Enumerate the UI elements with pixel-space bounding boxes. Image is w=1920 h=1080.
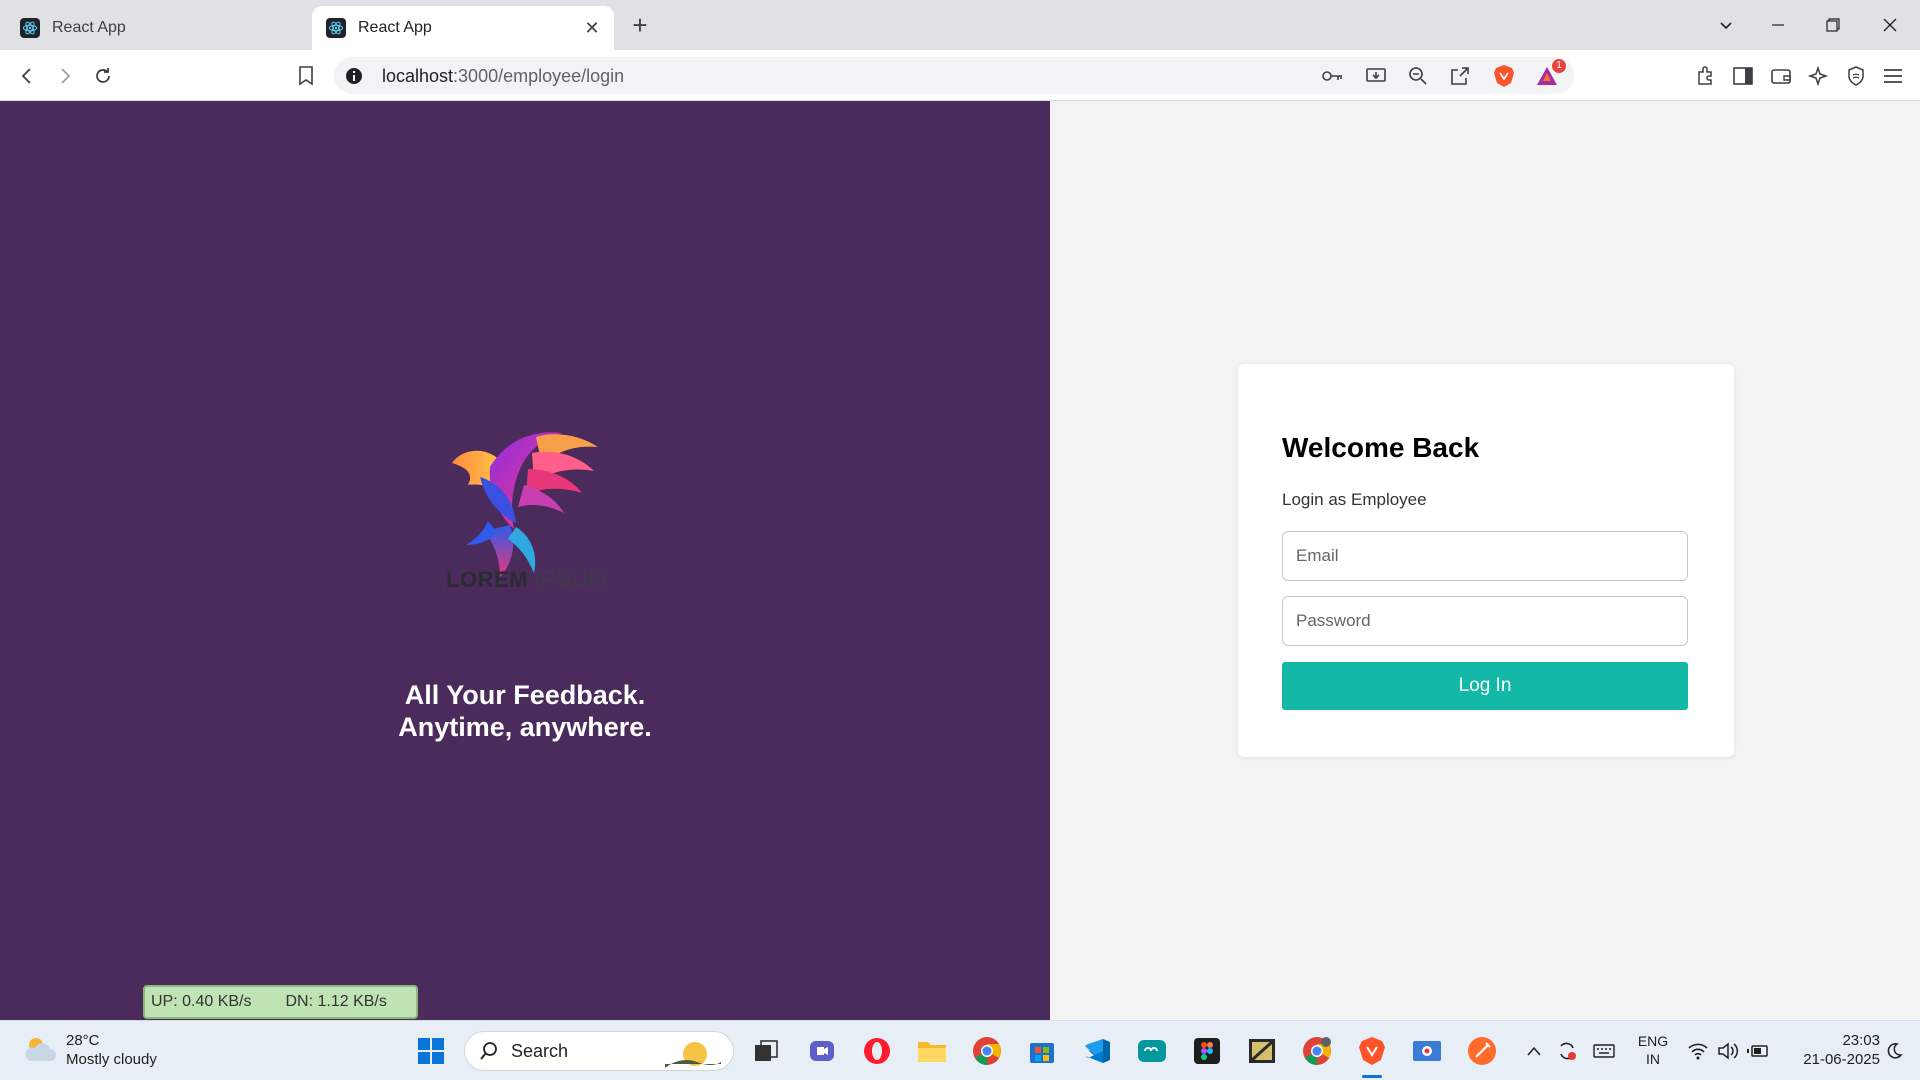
vpn-shield-icon[interactable] [1840, 60, 1872, 92]
tab-title: React App [358, 19, 432, 36]
vscode-icon[interactable] [1079, 1033, 1115, 1069]
tab-title: React App [52, 19, 126, 36]
notification-moon-icon[interactable] [1880, 1033, 1908, 1069]
browser-tab-active[interactable]: React App ✕ [312, 6, 614, 50]
login-panel: Welcome Back Login as Employee Log In [1050, 101, 1920, 1020]
sketch-pen-icon[interactable] [1464, 1033, 1500, 1069]
lang-line-2: IN [1646, 1051, 1660, 1067]
tagline: All Your Feedback. Anytime, anywhere. [0, 679, 1050, 743]
bookmark-icon[interactable] [290, 60, 322, 92]
wifi-icon[interactable] [1684, 1033, 1712, 1069]
rewards-badge: 1 [1552, 59, 1566, 73]
brand-wordmark: LOREM IPSUM [446, 567, 607, 593]
clock-date: 21-06-2025 [1803, 1051, 1880, 1068]
password-field[interactable] [1282, 596, 1688, 646]
volume-icon[interactable] [1714, 1033, 1742, 1069]
tray-chevron-up-icon[interactable] [1522, 1033, 1546, 1069]
wallet-icon[interactable] [1765, 60, 1797, 92]
site-info-icon[interactable] [344, 66, 364, 86]
microsoft-store-icon[interactable] [1024, 1033, 1060, 1069]
search-highlight-icon [665, 1042, 721, 1068]
url-host: localhost [382, 66, 454, 86]
tab-search-chevron-icon[interactable] [1708, 10, 1744, 40]
download-speed: DN: 1.12 KB/s [285, 993, 387, 1010]
login-subtitle: Login as Employee [1282, 490, 1427, 509]
sync-icon[interactable] [1553, 1033, 1581, 1069]
sidebar-icon[interactable] [1727, 60, 1759, 92]
new-tab-button[interactable]: + [626, 12, 654, 40]
taskbar-search[interactable]: Search [464, 1031, 734, 1071]
media-player-icon[interactable] [1244, 1033, 1280, 1069]
restore-icon[interactable] [1815, 10, 1851, 40]
login-button[interactable]: Log In [1282, 662, 1688, 710]
login-title: Welcome Back [1282, 432, 1480, 463]
taskbar-clock[interactable]: 23:03 21-06-2025 [1784, 1031, 1880, 1069]
brave-shields-icon[interactable] [1491, 63, 1517, 89]
react-favicon-icon [20, 18, 40, 38]
browser-tab[interactable]: React App [6, 6, 304, 50]
brand-panel: LOREM IPSUM All Your Feedback. Anytime, … [0, 101, 1050, 1020]
lang-line-1: ENG [1637, 1033, 1669, 1049]
chrome-profile-icon[interactable] [1299, 1033, 1335, 1069]
netspeed-widget: UP: 0.40 KB/s DN: 1.12 KB/s [143, 985, 418, 1019]
active-app-indicator [1362, 1075, 1382, 1078]
login-card: Welcome Back Login as Employee Log In [1238, 364, 1734, 757]
browser-toolbar: localhost:3000/employee/login 1 [0, 50, 1920, 101]
close-window-icon[interactable] [1872, 10, 1908, 40]
opera-icon[interactable] [859, 1033, 895, 1069]
brand-word-bold: LOREM [446, 567, 528, 592]
weather-desc: Mostly cloudy [66, 1051, 157, 1068]
tagline-line-2: Anytime, anywhere. [398, 712, 652, 742]
windows-taskbar: 28°C Mostly cloudy Search ENG IN 23:03 2… [0, 1020, 1920, 1080]
install-app-icon[interactable] [1363, 63, 1389, 89]
address-bar[interactable]: localhost:3000/employee/login 1 [334, 57, 1574, 94]
tagline-line-1: All Your Feedback. [404, 680, 646, 710]
react-favicon-icon [326, 18, 346, 38]
forward-icon[interactable] [49, 60, 81, 92]
start-windows-icon[interactable] [413, 1033, 449, 1069]
extensions-icon[interactable] [1690, 60, 1722, 92]
url-path: :3000/employee/login [453, 66, 625, 86]
language-indicator[interactable]: ENG IN [1637, 1032, 1669, 1068]
browser-tab-strip: React App React App ✕ + [0, 0, 1920, 50]
cloudy-weather-icon [25, 1038, 56, 1061]
leo-ai-icon[interactable] [1802, 60, 1834, 92]
brand-word-light: IPSUM [527, 567, 607, 592]
chrome-icon[interactable] [969, 1033, 1005, 1069]
file-explorer-icon[interactable] [914, 1033, 950, 1069]
weather-temp: 28°C [66, 1032, 100, 1049]
brave-browser-icon[interactable] [1354, 1033, 1390, 1069]
weather-widget[interactable]: 28°C Mostly cloudy [22, 1031, 157, 1069]
reload-icon[interactable] [87, 60, 119, 92]
figma-icon[interactable] [1189, 1033, 1225, 1069]
task-view-icon[interactable] [748, 1033, 784, 1069]
password-key-icon[interactable] [1320, 63, 1346, 89]
arduino-icon[interactable] [1134, 1033, 1170, 1069]
teams-meet-icon[interactable] [804, 1033, 840, 1069]
zoom-out-icon[interactable] [1405, 63, 1431, 89]
menu-icon[interactable] [1877, 60, 1909, 92]
battery-icon[interactable] [1744, 1033, 1772, 1069]
minimize-icon[interactable] [1760, 10, 1796, 40]
search-label: Search [511, 1040, 569, 1061]
keyboard-icon[interactable] [1590, 1033, 1618, 1069]
upload-speed: UP: 0.40 KB/s [151, 993, 252, 1010]
screen-recorder-icon[interactable] [1409, 1033, 1445, 1069]
search-icon [480, 1042, 497, 1060]
url-text[interactable]: localhost:3000/employee/login [382, 66, 624, 87]
back-icon[interactable] [11, 60, 43, 92]
email-field[interactable] [1282, 531, 1688, 581]
share-icon[interactable] [1447, 63, 1473, 89]
close-tab-icon[interactable]: ✕ [582, 18, 602, 38]
clock-time: 23:03 [1842, 1032, 1880, 1049]
